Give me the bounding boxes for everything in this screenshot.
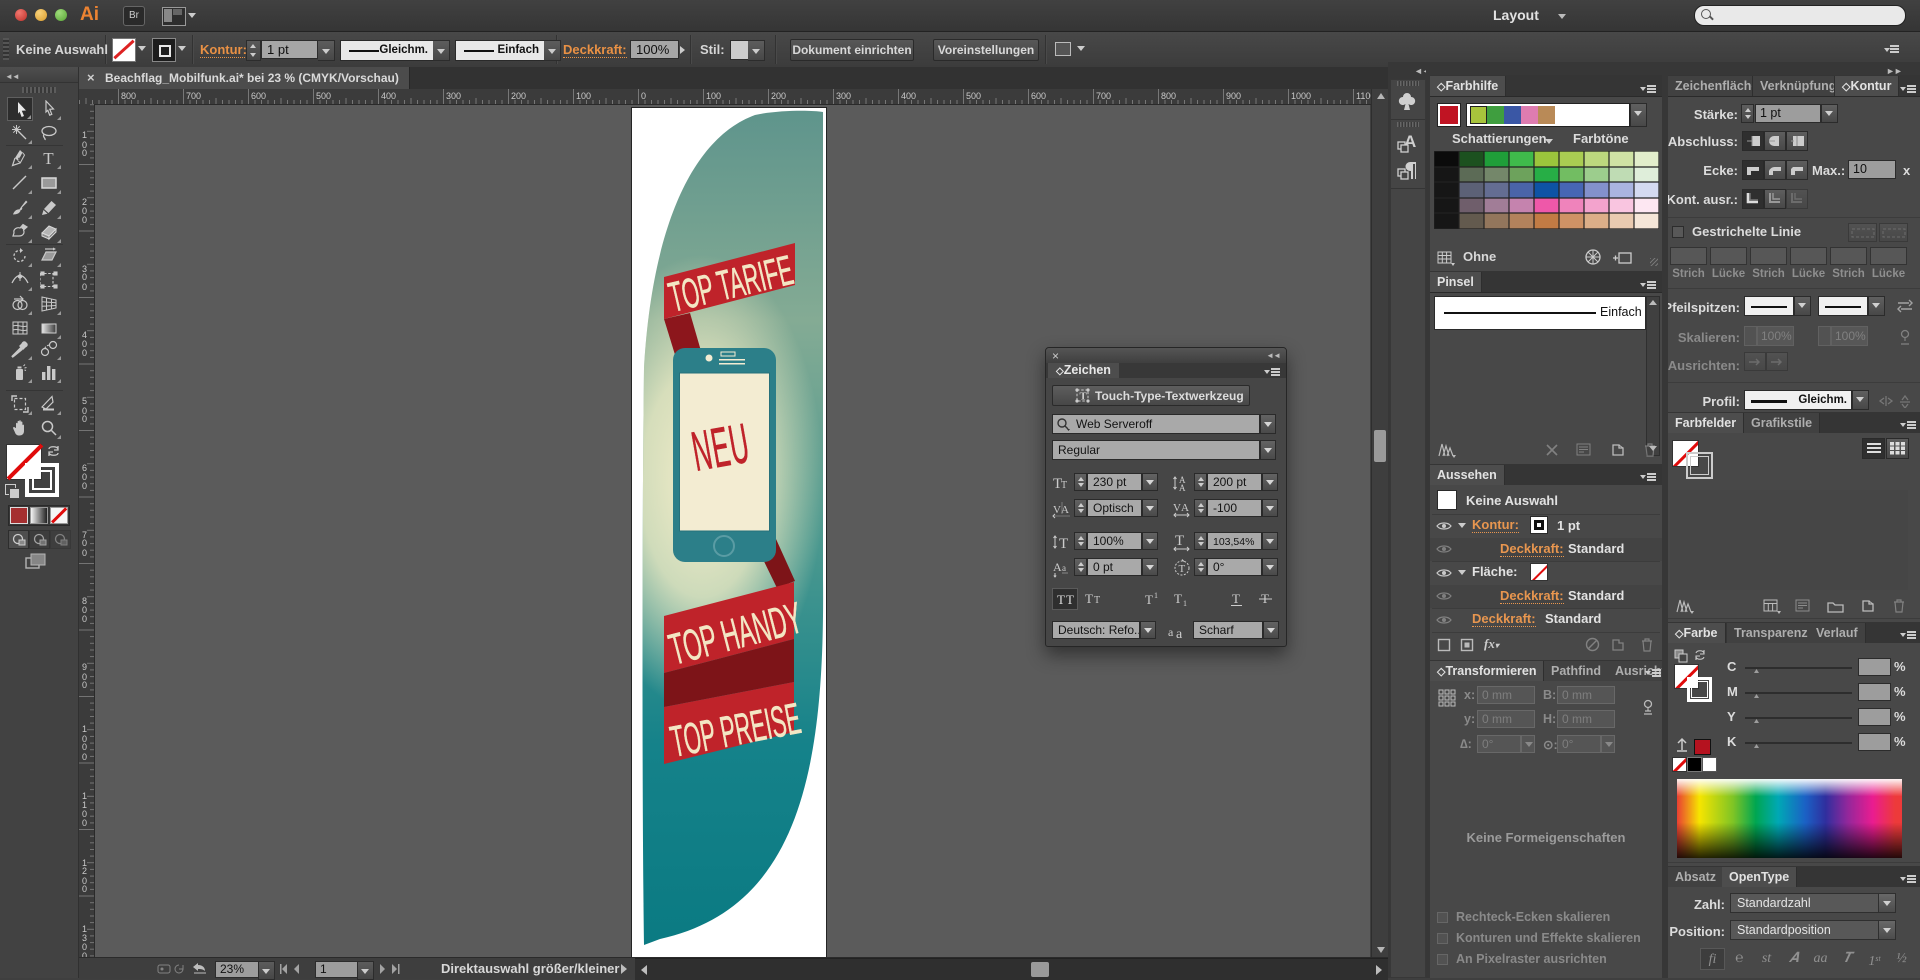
svg-text:200: 200 (771, 91, 786, 101)
svg-text:700: 700 (1096, 91, 1111, 101)
svg-text:9: 9 (82, 662, 87, 672)
svg-text:0: 0 (82, 148, 87, 158)
svg-text:400: 400 (381, 91, 396, 101)
svg-text:T: T (1094, 595, 1100, 606)
svg-text:900: 900 (1226, 91, 1241, 101)
svg-text:0: 0 (82, 742, 87, 752)
svg-text:0: 0 (82, 272, 87, 282)
svg-text:T: T (1174, 591, 1182, 606)
svg-text:T: T (1175, 533, 1184, 549)
svg-text:0: 0 (82, 414, 87, 424)
svg-text:1: 1 (1183, 599, 1187, 608)
svg-text:0: 0 (82, 818, 87, 828)
svg-text:a: a (1168, 625, 1174, 639)
svg-text:T: T (1179, 563, 1186, 575)
svg-text:300: 300 (446, 91, 461, 101)
svg-text:100: 100 (576, 91, 591, 101)
svg-text:T: T (1059, 536, 1068, 552)
svg-text:0: 0 (82, 215, 87, 225)
svg-text:T: T (43, 149, 54, 167)
svg-text:0: 0 (82, 348, 87, 358)
svg-text:T: T (1232, 591, 1240, 606)
svg-text:0: 0 (82, 680, 87, 690)
svg-text:T: T (1080, 391, 1088, 403)
svg-text:0: 0 (82, 884, 87, 894)
svg-text:5: 5 (82, 396, 87, 406)
svg-text:0: 0 (641, 91, 646, 101)
svg-text:0: 0 (82, 481, 87, 491)
svg-text:A: A (1179, 483, 1186, 493)
svg-text:T: T (1085, 591, 1093, 606)
svg-text:400: 400 (901, 91, 916, 101)
svg-text:1000: 1000 (1291, 91, 1311, 101)
svg-text:0: 0 (82, 752, 87, 762)
svg-text:0: 0 (82, 614, 87, 624)
svg-text:a: a (1062, 563, 1066, 573)
svg-text:1: 1 (1154, 591, 1158, 600)
svg-text:800: 800 (1161, 91, 1176, 101)
svg-text:V: V (1173, 502, 1181, 514)
svg-text:100: 100 (706, 91, 721, 101)
svg-text:0: 0 (82, 538, 87, 548)
svg-text:T: T (1061, 480, 1067, 491)
svg-text:800: 800 (121, 91, 136, 101)
svg-text:T: T (1066, 592, 1074, 607)
svg-text:1: 1 (82, 724, 87, 734)
svg-text:2: 2 (82, 866, 87, 876)
svg-text:300: 300 (836, 91, 851, 101)
svg-text:T: T (1145, 592, 1153, 607)
svg-text:600: 600 (1031, 91, 1046, 101)
svg-text:0: 0 (82, 548, 87, 558)
svg-text:1100: 1100 (1356, 91, 1371, 101)
svg-text:1: 1 (82, 130, 87, 140)
svg-text:NEU: NEU (688, 413, 755, 484)
svg-text:500: 500 (316, 91, 331, 101)
svg-text:600: 600 (251, 91, 266, 101)
svg-text:200: 200 (511, 91, 526, 101)
svg-text:A: A (1181, 502, 1189, 514)
svg-text:700: 700 (186, 91, 201, 101)
svg-text:0: 0 (82, 282, 87, 292)
svg-text:a: a (1176, 627, 1183, 639)
svg-text:T: T (1057, 592, 1065, 607)
svg-text:500: 500 (966, 91, 981, 101)
svg-text:A: A (1053, 560, 1062, 574)
